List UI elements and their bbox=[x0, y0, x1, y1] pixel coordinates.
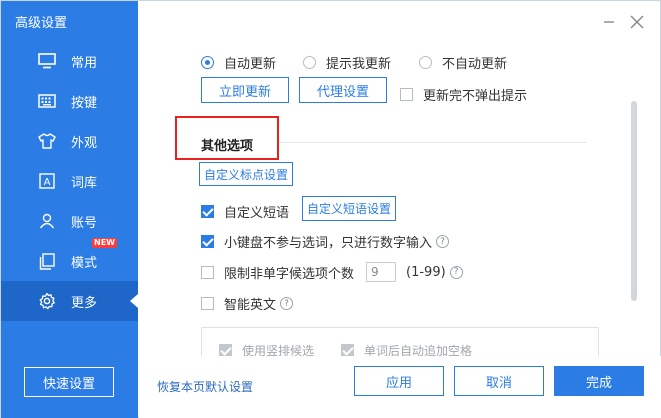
checkbox-custom-phrase[interactable]: 自定义短语 bbox=[201, 202, 289, 221]
candidate-limit-input[interactable]: 9 bbox=[366, 262, 397, 282]
sidebar-item-label: 词库 bbox=[71, 175, 98, 191]
sidebar-item-keys[interactable]: 按键 bbox=[1, 81, 138, 121]
radio-auto-update[interactable]: 自动更新 bbox=[201, 53, 276, 72]
minimize-icon bbox=[604, 21, 614, 23]
checkbox-limit-candidates[interactable]: 限制非单字候选项个数 9 (1-99) ? bbox=[201, 262, 463, 282]
quick-settings-button[interactable]: 快速设置 bbox=[24, 367, 114, 397]
checkbox-keypad-numeric[interactable]: 小键盘不参与选词，只进行数字输入 ? bbox=[201, 232, 450, 251]
highlight-box bbox=[175, 116, 279, 160]
radio-no-auto-update[interactable]: 不自动更新 bbox=[419, 53, 507, 72]
checkbox-indicator bbox=[400, 88, 413, 101]
window-title: 高级设置 bbox=[15, 16, 68, 31]
keyboard-icon bbox=[37, 91, 57, 111]
checkbox-label: 更新完不弹出提示 bbox=[423, 89, 528, 104]
checkbox-indicator bbox=[201, 297, 214, 310]
checkbox-label: 小键盘不参与选词，只进行数字输入 bbox=[224, 236, 433, 251]
sidebar-item-more[interactable]: 更多 bbox=[1, 281, 138, 321]
radio-label: 提示我更新 bbox=[326, 57, 392, 72]
close-icon bbox=[630, 15, 644, 29]
scrollbar[interactable] bbox=[630, 41, 638, 341]
checkbox-smart-english[interactable]: 智能英文 ? bbox=[201, 294, 294, 313]
settings-window: 高级设置 常用 按键 外观 A 词库 账号 模式 NEW 更多 快速设置 自动更… bbox=[0, 0, 661, 418]
radio-label: 不自动更新 bbox=[442, 57, 508, 72]
sidebar-item-dictionary[interactable]: A 词库 bbox=[1, 161, 138, 201]
dictionary-icon: A bbox=[37, 171, 57, 191]
custom-punctuation-button[interactable]: 自定义标点设置 bbox=[199, 162, 293, 186]
apply-button[interactable]: 应用 bbox=[354, 366, 444, 396]
sidebar-item-mode[interactable]: 模式 bbox=[1, 241, 138, 281]
checkbox-label: 限制非单字候选项个数 bbox=[224, 266, 355, 282]
scrollbar-thumb[interactable] bbox=[631, 101, 637, 301]
copy-mode-icon bbox=[37, 251, 57, 271]
checkbox-no-popup[interactable]: 更新完不弹出提示 bbox=[400, 85, 527, 104]
sidebar-item-label: 外观 bbox=[71, 135, 98, 151]
custom-phrase-settings-button[interactable]: 自定义短语设置 bbox=[302, 196, 396, 221]
sidebar-item-label: 账号 bbox=[71, 215, 98, 231]
sidebar-item-label: 按键 bbox=[71, 95, 98, 111]
radio-indicator bbox=[419, 56, 432, 69]
sidebar-item-common[interactable]: 常用 bbox=[1, 41, 138, 81]
checkbox-label: 自定义短语 bbox=[224, 206, 290, 221]
sidebar-item-account[interactable]: 账号 bbox=[1, 201, 138, 241]
svg-text:A: A bbox=[44, 177, 51, 188]
checkbox-indicator bbox=[201, 235, 214, 248]
limit-range-label: (1-99) bbox=[406, 264, 446, 280]
radio-indicator bbox=[201, 56, 214, 69]
minimize-button[interactable] bbox=[600, 13, 618, 31]
close-button[interactable] bbox=[628, 13, 646, 31]
help-icon[interactable]: ? bbox=[280, 297, 294, 310]
radio-label: 自动更新 bbox=[224, 57, 277, 72]
checkbox-indicator bbox=[201, 265, 214, 279]
content-panel: 自动更新 提示我更新 不自动更新 立即更新 代理设置 更新完不弹出提示 其他选项… bbox=[139, 1, 661, 418]
help-icon[interactable]: ? bbox=[449, 265, 463, 279]
monitor-icon bbox=[37, 51, 57, 71]
footer-bar: 恢复本页默认设置 应用 取消 完成 bbox=[139, 356, 661, 418]
user-icon bbox=[37, 211, 57, 231]
reset-defaults-link[interactable]: 恢复本页默认设置 bbox=[157, 378, 253, 395]
sidebar-item-label: 模式 bbox=[71, 255, 98, 271]
proxy-settings-button[interactable]: 代理设置 bbox=[299, 77, 387, 103]
sidebar-item-label: 更多 bbox=[71, 295, 98, 311]
cancel-button[interactable]: 取消 bbox=[454, 366, 544, 396]
done-button[interactable]: 完成 bbox=[554, 366, 644, 396]
section-divider bbox=[279, 142, 587, 143]
sidebar: 高级设置 常用 按键 外观 A 词库 账号 模式 NEW 更多 快速设置 bbox=[1, 1, 138, 418]
checkbox-label: 智能英文 bbox=[224, 298, 277, 313]
radio-indicator bbox=[303, 56, 316, 69]
checkbox-indicator bbox=[201, 205, 214, 218]
sidebar-item-appearance[interactable]: 外观 bbox=[1, 121, 138, 161]
tshirt-icon bbox=[37, 131, 57, 151]
radio-prompt-update[interactable]: 提示我更新 bbox=[303, 53, 391, 72]
help-icon[interactable]: ? bbox=[436, 235, 450, 248]
new-badge: NEW bbox=[92, 238, 117, 248]
gear-icon bbox=[37, 291, 57, 311]
sidebar-item-label: 常用 bbox=[71, 55, 98, 71]
update-now-button[interactable]: 立即更新 bbox=[201, 77, 289, 103]
